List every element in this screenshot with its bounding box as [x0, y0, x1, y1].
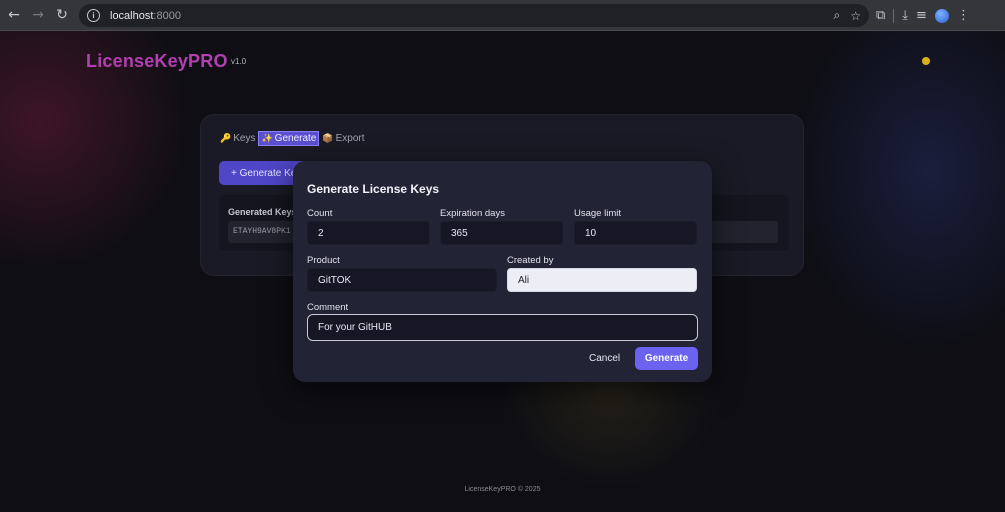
theme-toggle[interactable]	[922, 57, 930, 65]
created-by-input[interactable]: Ali	[507, 268, 697, 292]
expiration-label: Expiration days	[440, 208, 505, 219]
extensions-icon[interactable]: ⧉	[876, 8, 885, 23]
expiration-input[interactable]: 365	[440, 221, 563, 245]
reload-icon[interactable]: ↻	[50, 3, 74, 27]
tab-generate[interactable]: ✨ Generate	[258, 131, 320, 146]
download-icon[interactable]: ⤓	[902, 8, 908, 23]
toolbar-separator	[893, 8, 895, 23]
comment-label: Comment	[307, 302, 349, 313]
back-arrow-icon[interactable]: ←	[2, 3, 26, 27]
generate-button[interactable]: Generate	[635, 347, 698, 370]
page-footer: LicenseKeyPRO © 2025	[464, 486, 541, 493]
browser-toolbar: ← → ↻ i localhost:8000 ⌕ ☆ ⧉ ⤓ ≡ ⋮	[0, 0, 1005, 31]
tab-keys[interactable]: 🔑 Keys	[220, 133, 255, 144]
forward-arrow-icon[interactable]: →	[26, 3, 50, 27]
url-text: localhost:8000	[110, 9, 181, 22]
version-badge: v1.0	[231, 57, 247, 66]
address-bar[interactable]: i localhost:8000 ⌕ ☆	[79, 4, 869, 27]
bookmark-star-icon[interactable]: ☆	[850, 9, 861, 23]
usage-limit-label: Usage limit	[574, 208, 621, 219]
usage-limit-input[interactable]: 10	[574, 221, 697, 245]
tab-bar: 🔑 Keys ✨ Generate 📦 Export	[220, 131, 369, 146]
generated-keys-label: Generated Keys	[228, 207, 297, 217]
modal-title: Generate License Keys	[307, 182, 440, 196]
zoom-icon[interactable]: ⌕	[834, 8, 841, 23]
count-label: Count	[307, 208, 333, 219]
menu-dots-icon[interactable]: ⋮	[957, 8, 970, 23]
comment-input[interactable]: For your GitHUB	[307, 314, 698, 341]
app-logo: LicenseKeyPRO	[86, 51, 228, 71]
site-info-icon[interactable]: i	[87, 9, 100, 22]
tab-export[interactable]: 📦 Export	[322, 133, 364, 144]
sparkles-icon: ✨	[261, 133, 273, 144]
product-input[interactable]: GitTOK	[307, 268, 497, 292]
cancel-button[interactable]: Cancel	[589, 353, 620, 364]
generate-license-modal: Generate License Keys Count 2 Expiration…	[293, 161, 712, 382]
created-by-label: Created by	[507, 255, 554, 266]
package-icon: 📦	[322, 133, 334, 144]
profile-avatar[interactable]	[934, 8, 949, 23]
count-input[interactable]: 2	[307, 221, 430, 245]
product-label: Product	[307, 255, 340, 266]
key-icon: 🔑	[220, 133, 232, 144]
media-queue-icon[interactable]: ≡	[916, 8, 927, 23]
